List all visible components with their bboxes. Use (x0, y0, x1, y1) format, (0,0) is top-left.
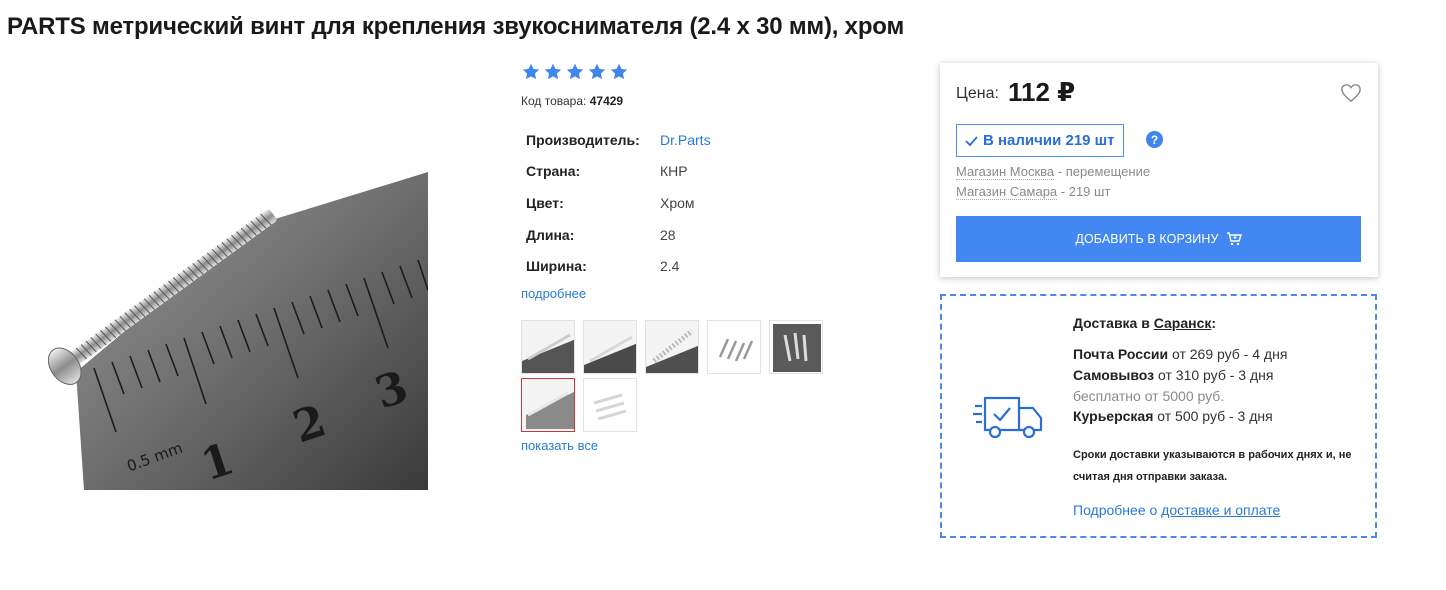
store-availability-moscow: Магазин Москва - перемещение (956, 164, 1151, 180)
thumbnail[interactable] (583, 378, 637, 432)
add-to-cart-button[interactable]: ДОБАВИТЬ В КОРЗИНУ (956, 216, 1361, 262)
delivery-option: Почта России от 269 руб - 4 дня (1073, 344, 1287, 365)
star-icon (566, 63, 584, 80)
store-availability-samara: Магазин Самара - 219 шт (956, 184, 1111, 200)
delivery-terms-note: Сроки доставки указываются в рабочих дня… (1073, 449, 1352, 483)
sku-value: 47429 (589, 94, 624, 108)
thumbnail[interactable] (583, 320, 637, 374)
stock-label: В наличии 219 шт (983, 132, 1115, 149)
sku-label: Код товара: (521, 94, 587, 108)
product-sku: Код товара: 47429 (521, 94, 623, 108)
delivery-option-name: Почта России (1073, 346, 1169, 362)
thumbnail[interactable] (521, 320, 575, 374)
delivery-title-suffix: : (1211, 315, 1217, 331)
price-label: Цена: (956, 85, 999, 102)
delivery-option: Самовывоз от 310 руб - 3 дня (1073, 365, 1287, 386)
delivery-option-detail: от 500 руб - 3 дня (1153, 408, 1273, 425)
delivery-options: Почта России от 269 руб - 4 дня Самовыво… (1073, 344, 1287, 427)
thumbnail[interactable] (707, 320, 761, 374)
property-value: Хром (660, 194, 695, 211)
store-name[interactable]: Магазин Москва (956, 164, 1055, 180)
delivery-more: Подробнее о доставке и оплате (1073, 502, 1280, 518)
property-name: Ширина: (526, 258, 587, 275)
show-all-images-link[interactable]: показать все (521, 438, 598, 453)
delivery-info-box: Доставка в Саранск: Почта России от 269 … (940, 294, 1377, 538)
heart-icon[interactable] (1340, 83, 1362, 103)
property-row: Производитель: Dr.Parts (526, 124, 711, 156)
property-name: Страна: (526, 163, 581, 180)
property-name: Длина: (526, 226, 575, 243)
delivery-option: Курьерская от 500 руб - 3 дня (1073, 406, 1287, 427)
product-main-image[interactable]: 1 2 3 0.5 mm (24, 172, 428, 490)
delivery-title: Доставка в Саранск: (1073, 315, 1216, 331)
thumbnail[interactable] (645, 320, 699, 374)
property-value: КНР (660, 163, 688, 180)
store-name[interactable]: Магазин Самара (956, 184, 1058, 200)
help-icon[interactable]: ? (1146, 131, 1163, 148)
add-to-cart-label: ДОБАВИТЬ В КОРЗИНУ (1075, 232, 1219, 246)
delivery-option-name: Курьерская (1073, 408, 1154, 425)
product-properties: Производитель: Dr.Parts Страна: КНР Цвет… (526, 124, 711, 282)
property-row: Ширина: 2.4 (526, 250, 711, 282)
manufacturer-link[interactable]: Dr.Parts (660, 132, 711, 148)
property-row: Страна: КНР (526, 156, 711, 188)
delivery-city-link[interactable]: Саранск (1154, 315, 1212, 331)
free-delivery-note: бесплатно от 5000 руб. (1073, 387, 1225, 404)
cart-icon (1226, 232, 1242, 246)
property-row: Цвет: Хром (526, 187, 711, 219)
star-icon (588, 63, 606, 80)
delivery-payment-link[interactable]: доставке и оплате (1161, 502, 1280, 518)
property-name: Цвет: (526, 194, 564, 211)
star-icon (544, 63, 562, 80)
delivery-more-prefix: Подробнее о (1073, 502, 1162, 518)
delivery-option-detail: от 310 руб - 3 дня (1154, 366, 1274, 383)
price-value: 112 ₽ (1008, 77, 1076, 107)
truck-icon (973, 396, 1043, 439)
property-row: Длина: 28 (526, 219, 711, 251)
store-status: - 219 шт (1057, 184, 1111, 199)
store-status: - перемещение (1054, 164, 1151, 179)
rating-stars[interactable] (521, 62, 629, 82)
property-value: 28 (660, 226, 676, 243)
property-name: Производитель: (526, 131, 640, 148)
property-value: 2.4 (660, 258, 680, 275)
thumbnail[interactable] (521, 378, 575, 432)
star-icon (522, 63, 540, 80)
check-icon (965, 135, 978, 146)
price-card: Цена: 112 ₽ В наличии 219 шт ? Магазин М… (940, 63, 1378, 277)
delivery-option-detail: от 269 руб - 4 дня (1168, 346, 1288, 362)
more-details-link[interactable]: подробнее (521, 286, 586, 301)
delivery-option-name: Самовывоз (1073, 366, 1155, 383)
in-stock-badge[interactable]: В наличии 219 шт (956, 124, 1124, 157)
delivery-title-prefix: Доставка в (1073, 315, 1154, 331)
star-icon (610, 63, 628, 80)
thumbnail[interactable] (769, 320, 823, 374)
product-title: PARTS метрический винт для крепления зву… (7, 13, 904, 40)
